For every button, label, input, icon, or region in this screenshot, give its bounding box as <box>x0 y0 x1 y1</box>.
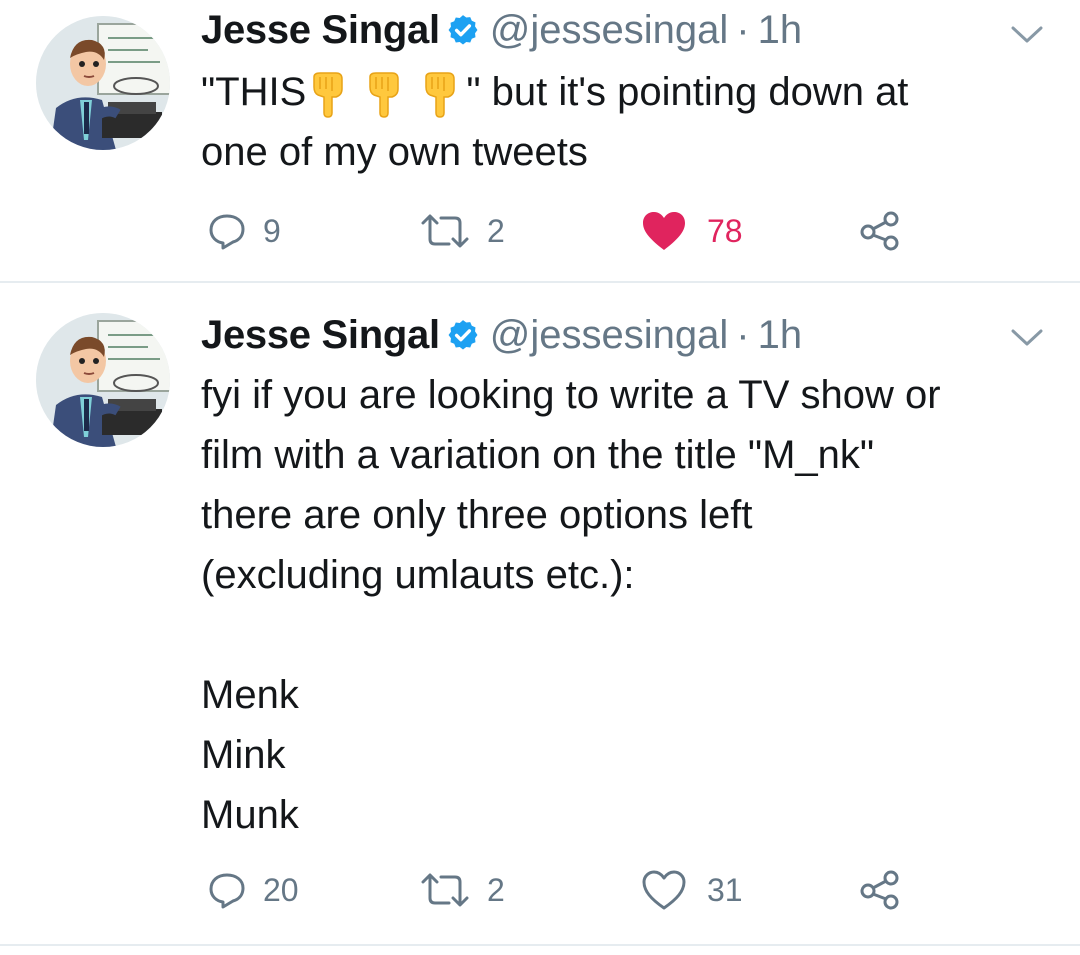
tweet-text-blank-line <box>201 605 1050 665</box>
tweet-divider <box>0 944 1080 946</box>
chevron-down-icon[interactable] <box>1009 325 1045 349</box>
retweet-count: 2 <box>487 871 505 908</box>
tweet-actions: 20 2 31 <box>201 865 961 915</box>
tweet-text-line: film with a variation on the title "M_nk… <box>201 433 875 477</box>
tweet-text-line: one of my own tweets <box>201 130 588 174</box>
heart-icon <box>642 870 686 910</box>
avatar[interactable] <box>36 16 170 150</box>
share-icon <box>860 211 899 251</box>
avatar-illustration-icon <box>36 313 170 447</box>
tweet-text-line: Menk <box>201 673 299 717</box>
tweet-1[interactable]: Jesse Singal @jessesingal · 1h "THIS " but i… <box>0 0 1080 282</box>
tweet-text-line: (excluding umlauts etc.): <box>201 553 635 597</box>
retweet-count: 2 <box>487 212 505 249</box>
verified-badge-icon <box>448 15 478 45</box>
separator-dot: · <box>736 313 750 357</box>
retweet-icon <box>421 873 469 907</box>
tweet-time[interactable]: 1h <box>758 8 803 52</box>
retweet-icon <box>421 214 469 248</box>
tweet-text-line: there are only three options left <box>201 493 753 537</box>
retweet-button[interactable]: 2 <box>419 865 505 915</box>
pointing-down-emoji-icon <box>425 72 456 118</box>
reply-button[interactable]: 20 <box>207 865 299 915</box>
share-button[interactable] <box>859 206 901 256</box>
tweet-actions: 9 2 78 <box>201 206 961 256</box>
tweet-text-part: "THIS <box>201 70 307 114</box>
tweet-text-part: " but it's pointing down at <box>466 70 909 114</box>
author-handle[interactable]: @jessesingal <box>490 313 729 357</box>
author-name[interactable]: Jesse Singal <box>201 8 440 52</box>
like-button[interactable]: 31 <box>641 865 743 915</box>
tweet-text-line: fyi if you are looking to write a TV sho… <box>201 373 941 417</box>
retweet-button[interactable]: 2 <box>419 206 505 256</box>
pointing-down-emoji-icon <box>313 72 344 118</box>
heart-icon <box>643 212 685 250</box>
like-button[interactable]: 78 <box>641 206 743 256</box>
reply-count: 20 <box>263 871 299 908</box>
reply-icon <box>209 873 245 909</box>
share-button[interactable] <box>859 865 901 915</box>
like-count: 78 <box>707 212 743 249</box>
like-count: 31 <box>707 871 743 908</box>
tweet-time[interactable]: 1h <box>758 313 803 357</box>
tweet-header: Jesse Singal @jessesingal · 1h <box>201 313 802 357</box>
reply-icon <box>209 214 245 250</box>
tweet-header: Jesse Singal @jessesingal · 1h <box>201 8 802 52</box>
avatar[interactable] <box>36 313 170 447</box>
chevron-down-icon[interactable] <box>1009 22 1045 46</box>
separator-dot: · <box>736 8 750 52</box>
share-icon <box>860 870 899 910</box>
tweet-text-line: Munk <box>201 793 299 837</box>
avatar-illustration-icon <box>36 16 170 150</box>
tweet-text: fyi if you are looking to write a TV sho… <box>201 365 1050 845</box>
verified-badge-icon <box>448 320 478 350</box>
tweet-text-line: Mink <box>201 733 286 777</box>
reply-count: 9 <box>263 212 281 249</box>
reply-button[interactable]: 9 <box>207 206 281 256</box>
tweet-text: "THIS " but it's pointing down at one of … <box>201 62 1050 182</box>
pointing-down-emoji-icon <box>369 72 400 118</box>
author-handle[interactable]: @jessesingal <box>490 8 729 52</box>
author-name[interactable]: Jesse Singal <box>201 313 440 357</box>
tweet-2[interactable]: Jesse Singal @jessesingal · 1h fyi if you a… <box>0 283 1080 943</box>
